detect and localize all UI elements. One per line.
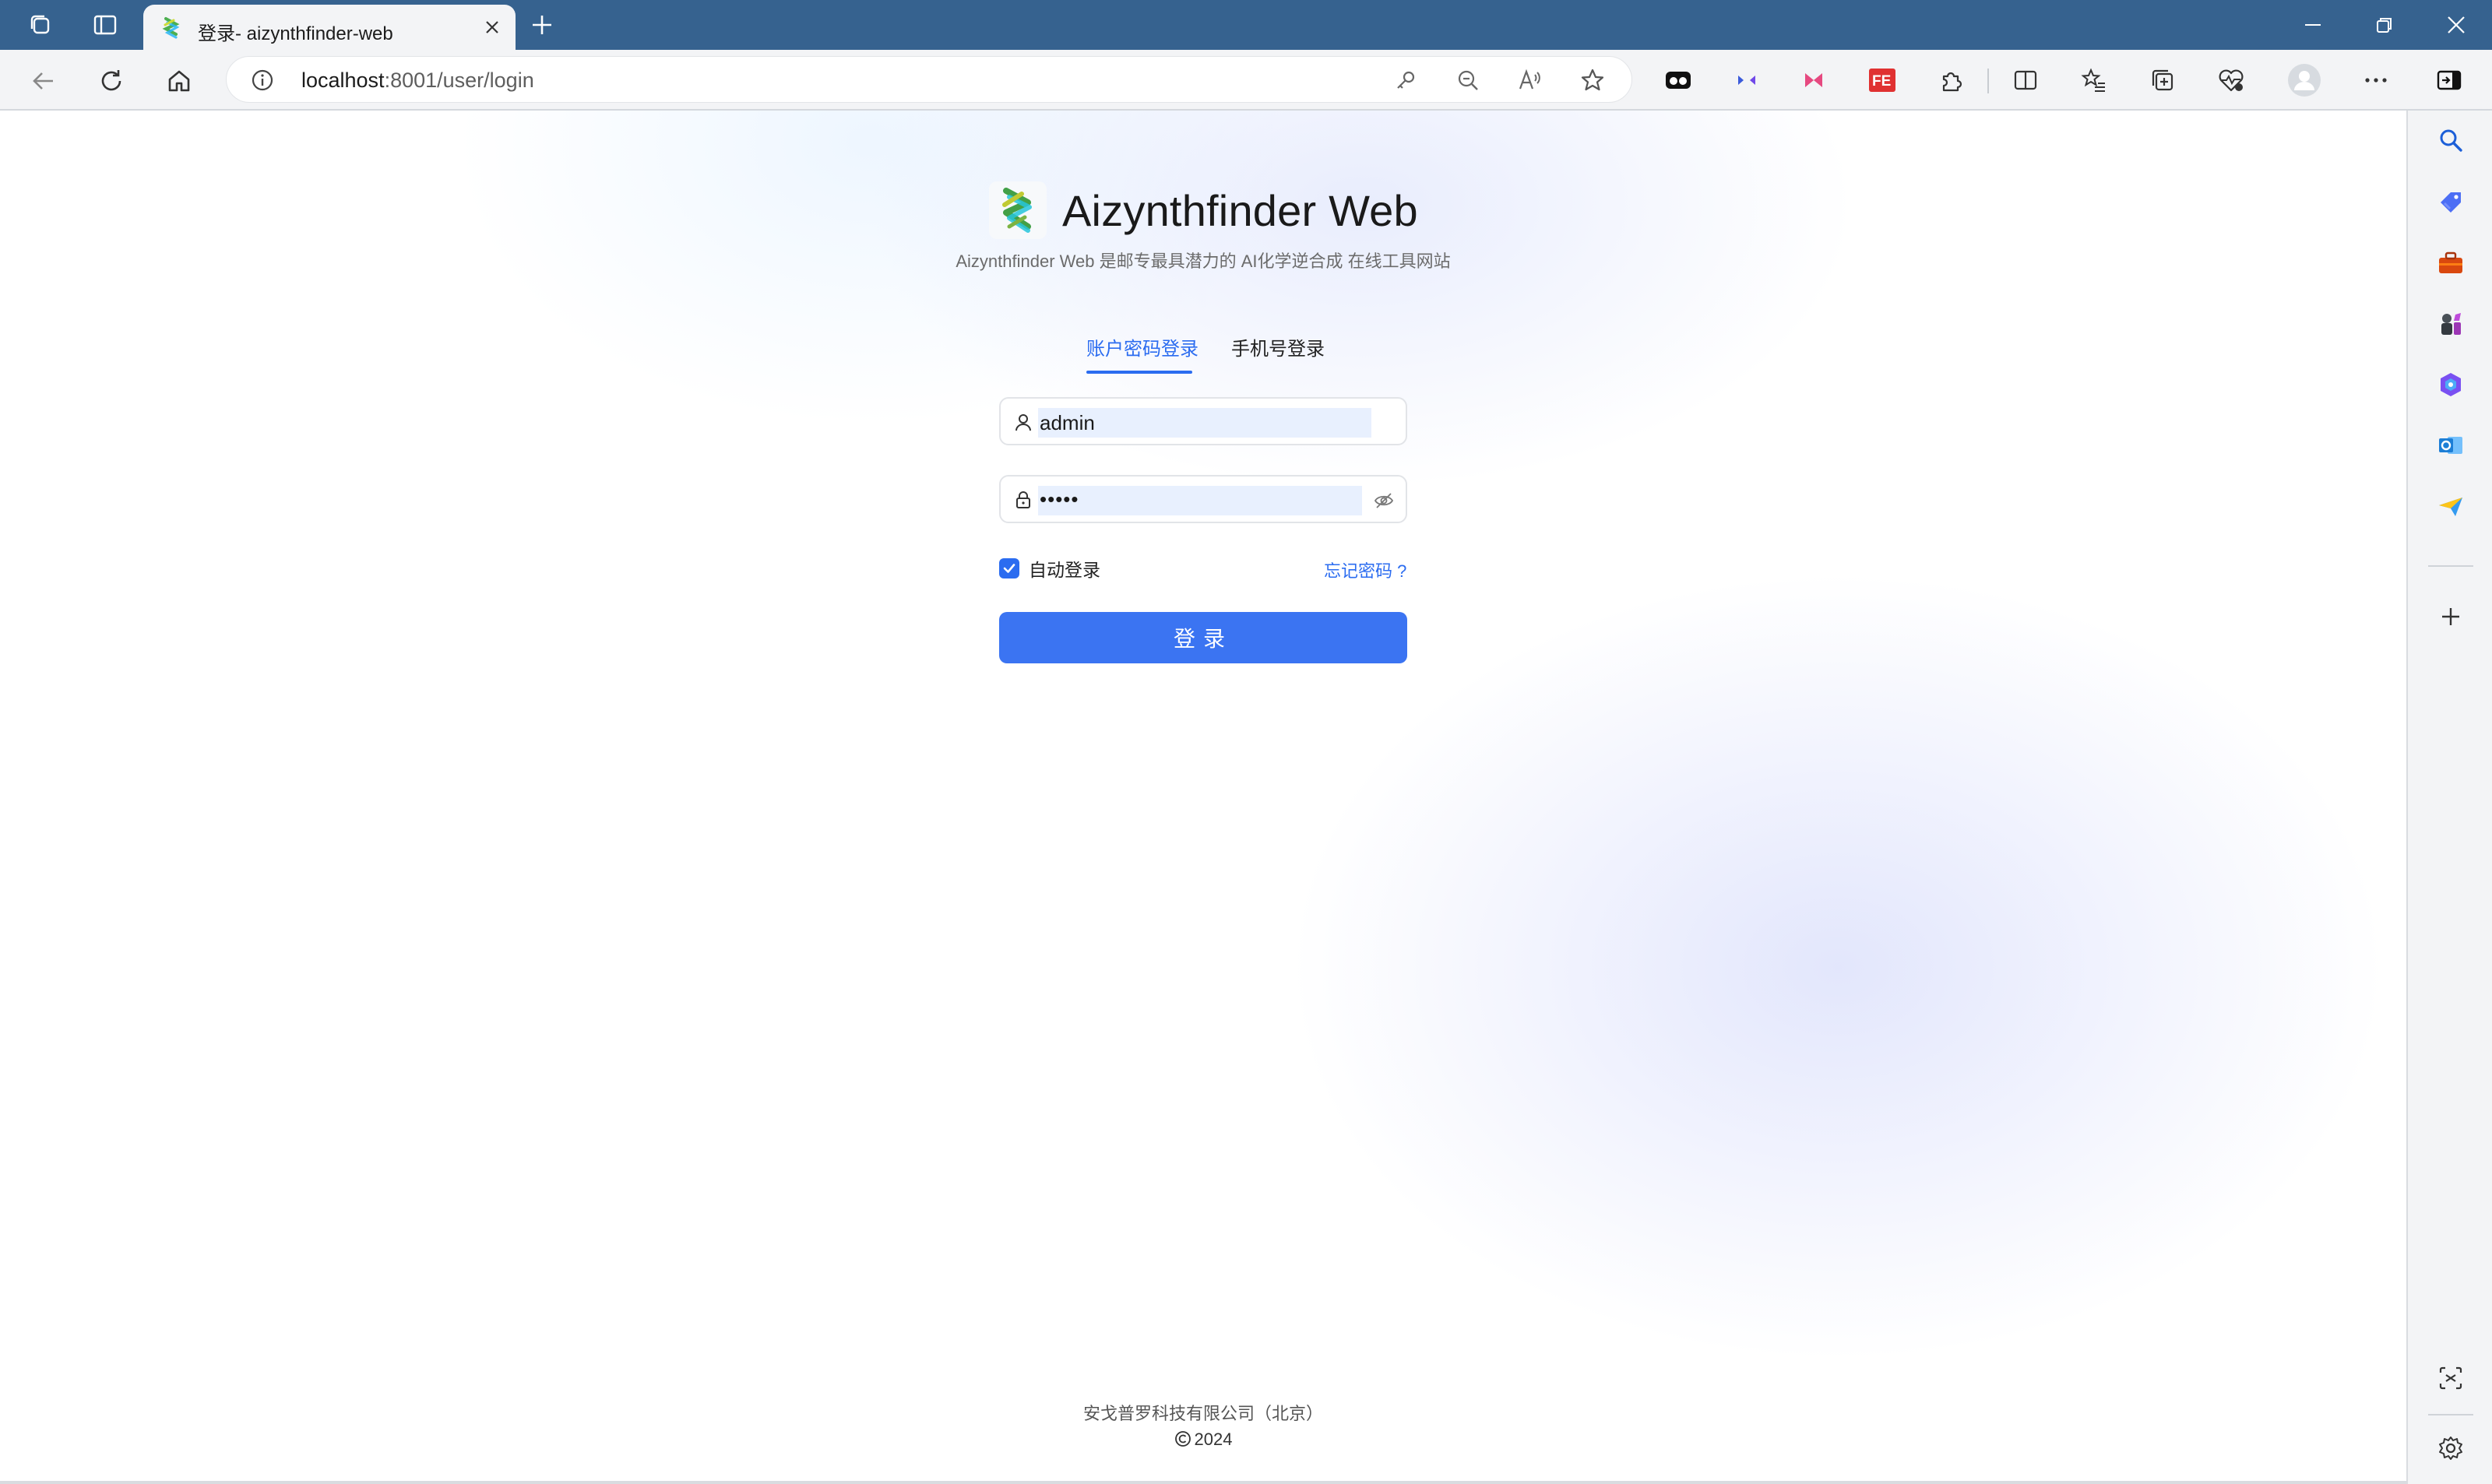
remember-me[interactable]: 自动登录 — [999, 556, 1100, 581]
password-field[interactable]: ••••• — [999, 475, 1407, 523]
extension-bow-icon[interactable] — [1794, 61, 1833, 100]
copilot-icon[interactable] — [2429, 363, 2473, 406]
refresh-icon[interactable] — [93, 62, 130, 100]
sidebar-divider — [2428, 1414, 2473, 1415]
favorite-star-icon[interactable] — [1579, 66, 1607, 94]
autofill-highlight — [1038, 486, 1362, 515]
brand-title: Aizynthfinder Web — [1062, 185, 1418, 235]
url-host: localhost — [301, 69, 385, 92]
tag-icon[interactable] — [2429, 181, 2473, 224]
url-path: :8001/user/login — [384, 69, 534, 92]
username-field[interactable]: admin — [999, 397, 1407, 445]
app-logo-icon — [989, 181, 1047, 239]
title-bar: 登录- aizynthfinder-web — [0, 0, 2492, 50]
send-icon[interactable] — [2429, 484, 2473, 528]
subtitle-text: Aizynthfinder Web 是邮专最具潜力的 AI化学逆合成 在线工具网… — [956, 251, 1451, 271]
close-icon[interactable] — [480, 15, 505, 40]
username-value: admin — [1040, 411, 1095, 434]
forgot-password-link[interactable]: 忘记密码 ? — [1324, 557, 1406, 582]
window-bottom-border — [0, 1481, 2406, 1484]
extension-icon[interactable] — [1931, 61, 1970, 100]
toolbar-divider — [1987, 69, 1989, 93]
address-bar[interactable]: localhost:8001/user/login — [226, 56, 1632, 103]
performance-icon[interactable] — [2212, 61, 2251, 100]
remember-label: 自动登录 — [1029, 560, 1100, 580]
tab-account-password[interactable]: 账户密码登录 — [1086, 333, 1198, 360]
password-value: ••••• — [1040, 487, 1079, 511]
back-icon[interactable] — [25, 62, 62, 100]
browser-tab[interactable]: 登录- aizynthfinder-web — [143, 5, 516, 50]
workspaces-icon[interactable] — [23, 8, 58, 42]
zoom-out-icon[interactable] — [1454, 66, 1482, 94]
window-close-icon[interactable] — [2420, 0, 2492, 50]
sidebar-toggle-icon[interactable] — [2430, 61, 2469, 100]
page-viewport: Aizynthfinder Web Aizynthfinder Web 是邮专最… — [0, 111, 2406, 1482]
footer-copyright: 2024 — [1003, 1429, 1403, 1452]
url-text[interactable]: localhost:8001/user/login — [301, 69, 534, 93]
favicon-icon — [159, 16, 184, 40]
minimize-icon[interactable] — [2277, 0, 2349, 50]
key-icon[interactable] — [1392, 66, 1420, 94]
copyright-icon — [1174, 1430, 1191, 1452]
add-icon[interactable] — [2429, 595, 2473, 638]
user-icon — [1013, 412, 1033, 432]
read-aloud-icon[interactable] — [1516, 66, 1544, 94]
new-tab-icon[interactable] — [525, 8, 559, 42]
eye-invisible-icon[interactable] — [1373, 490, 1395, 512]
outlook-icon[interactable] — [2429, 424, 2473, 467]
copyright-year: 2024 — [1194, 1429, 1233, 1449]
info-icon[interactable] — [250, 68, 275, 93]
tab-phone[interactable]: 手机号登录 — [1231, 333, 1325, 360]
toolbox-icon[interactable] — [2429, 241, 2473, 285]
edge-sidebar — [2406, 111, 2492, 1484]
search-icon[interactable] — [2429, 118, 2473, 162]
settings-icon[interactable] — [2429, 1426, 2473, 1470]
lock-icon — [1013, 490, 1033, 510]
home-icon[interactable] — [160, 62, 198, 100]
active-tab-indicator — [1086, 371, 1192, 374]
extension-arrows-icon[interactable] — [1727, 61, 1766, 100]
extension-glasses-icon[interactable] — [1659, 61, 1698, 100]
browser-toolbar: localhost:8001/user/login FE — [0, 50, 2492, 111]
footer-company: 安戈普罗科技有限公司（北京） — [1082, 1404, 1323, 1423]
tab-actions-icon[interactable] — [88, 8, 122, 42]
sidebar-divider — [2428, 565, 2473, 567]
subtitle: Aizynthfinder Web 是邮专最具潜力的 AI化学逆合成 在线工具网… — [950, 248, 1456, 273]
games-icon[interactable] — [2429, 302, 2473, 346]
screenshot-icon[interactable] — [2429, 1356, 2473, 1400]
extension-fe-icon[interactable]: FE — [1863, 61, 1902, 100]
brand-header: Aizynthfinder Web — [989, 179, 1418, 241]
restore-icon[interactable] — [2349, 0, 2420, 50]
more-icon[interactable] — [2356, 61, 2395, 100]
tab-title: 登录- aizynthfinder-web — [198, 23, 393, 44]
remember-checkbox[interactable] — [999, 558, 1019, 578]
svg-text:FE: FE — [1872, 73, 1891, 90]
favorites-icon[interactable] — [2075, 61, 2114, 100]
login-button[interactable]: 登录 — [999, 612, 1407, 663]
profile-avatar-icon[interactable] — [2285, 61, 2324, 100]
collections-icon[interactable] — [2143, 61, 2182, 100]
split-screen-icon[interactable] — [2006, 61, 2045, 100]
